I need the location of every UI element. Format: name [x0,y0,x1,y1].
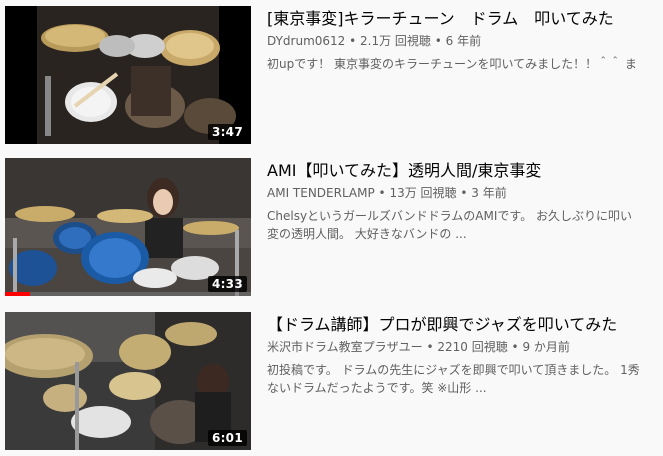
video-result: 6:01 【ドラム講師】プロが即興でジャズを叩いてみた 米沢市ドラム教室プラザユ… [5,312,663,452]
meta-separator: • [345,34,361,48]
video-duration: 3:47 [207,124,247,140]
video-description: ChelsyというガールズバンドドラムのAMIです。 お久しぶりに叩い 変の透明… [267,207,663,243]
video-description: 初upです！ 東京事変のキラーチューンを叩いてみました！！＾＾ ま [267,55,663,73]
video-metadata: DYdrum0612 • 2.1万 回視聴 • 6 年前 [267,33,663,49]
video-thumbnail[interactable]: 6:01 [5,312,251,450]
video-result: 4:33 AMI【叩いてみた】透明人間/東京事変 AMI TENDERLAMP … [5,158,663,298]
view-count: 2210 回視聴 [437,340,508,354]
meta-separator: • [456,186,472,200]
watch-progress-bar [5,292,251,296]
description-line: 初投稿です。 ドラムの先生にジャズを即興で叩いて頂きました。 1秀 [267,363,640,377]
video-thumbnail[interactable]: 4:33 [5,158,251,296]
video-title[interactable]: [東京事変]キラーチューン ドラム 叩いてみた [267,8,663,30]
upload-age: 3 年前 [471,186,507,200]
meta-separator: • [374,186,390,200]
video-result: 3:47 [東京事変]キラーチューン ドラム 叩いてみた DYdrum0612 … [5,6,663,146]
description-line: 変の透明人間。 大好きなバンドの ... [267,227,467,241]
video-metadata: AMI TENDERLAMP • 13万 回視聴 • 3 年前 [267,185,663,201]
watch-progress-fill [5,292,30,296]
meta-separator: • [430,34,446,48]
meta-separator: • [422,340,438,354]
video-description: 初投稿です。 ドラムの先生にジャズを即興で叩いて頂きました。 1秀 ないドラムだ… [267,361,663,397]
video-metadata: 米沢市ドラム教室プラザユー • 2210 回視聴 • 9 か月前 [267,339,663,355]
view-count: 13万 回視聴 [389,186,457,200]
channel-name[interactable]: 米沢市ドラム教室プラザユー [267,340,423,354]
meta-separator: • [507,340,523,354]
video-title[interactable]: 【ドラム講師】プロが即興でジャズを叩いてみた [267,314,663,336]
channel-name[interactable]: DYdrum0612 [267,34,345,48]
video-duration: 4:33 [207,276,247,292]
description-line: ChelsyというガールズバンドドラムのAMIです。 お久しぶりに叩い [267,209,633,223]
video-duration: 6:01 [207,430,247,446]
description-line: 初upです！ 東京事変のキラーチューンを叩いてみました！！＾＾ ま [267,57,637,71]
view-count: 2.1万 回視聴 [360,34,431,48]
video-title[interactable]: AMI【叩いてみた】透明人間/東京事変 [267,160,663,182]
description-line: ないドラムだったようです。笑 ※山形 ... [267,381,487,395]
upload-age: 6 年前 [445,34,482,48]
channel-name[interactable]: AMI TENDERLAMP [267,186,375,200]
video-thumbnail[interactable]: 3:47 [5,6,251,144]
upload-age: 9 か月前 [522,340,570,354]
